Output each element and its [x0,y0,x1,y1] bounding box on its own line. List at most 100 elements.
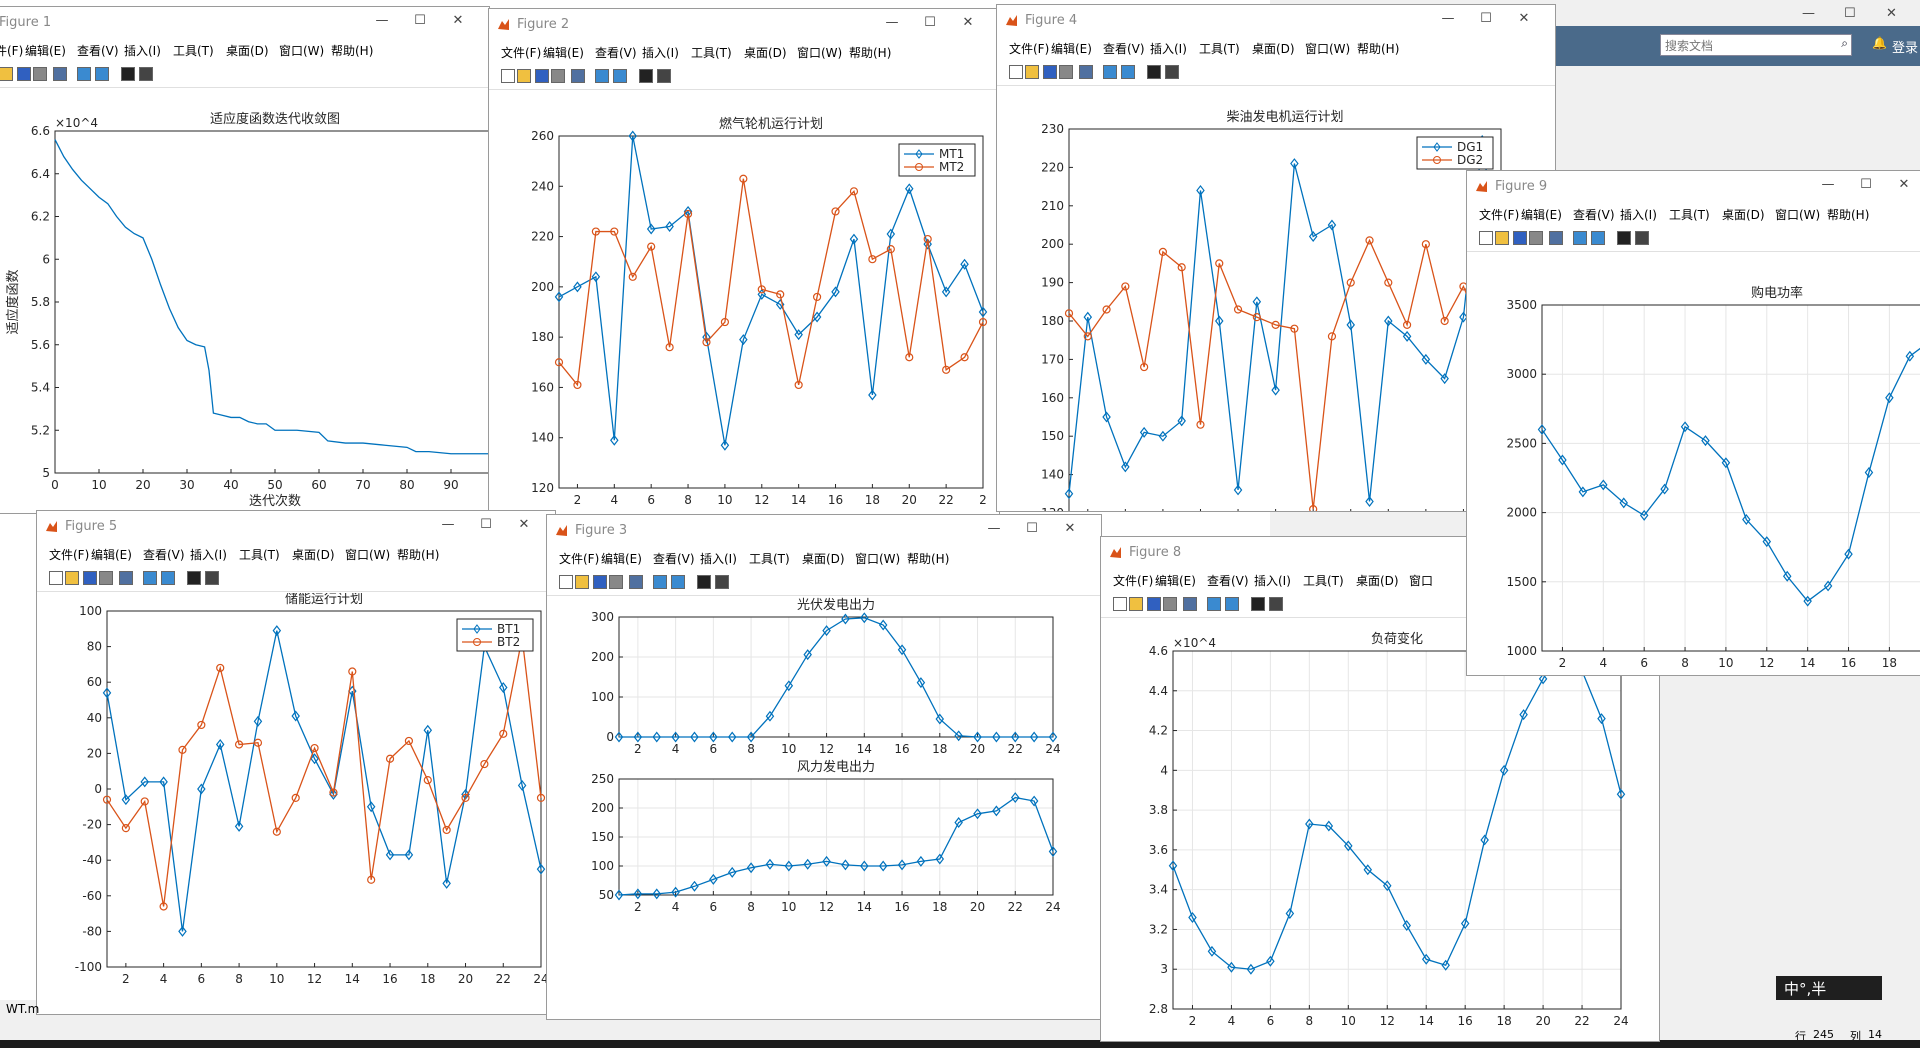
menu-item[interactable]: 插入(I) [642,44,679,61]
title-bar[interactable]: Figure 9 — ☐ ✕ [1467,171,1920,202]
maximize-icon[interactable]: ☐ [477,516,495,534]
plot-canvas[interactable]: 2 4 6 8 10 12 14 16 18 20 22 240100200300光伏发电出力2 4 6 8… [547,597,1102,1020]
menu-item[interactable]: 查看(V) [595,44,637,61]
legend-icon[interactable] [613,69,627,83]
close-icon[interactable]: ✕ [1061,520,1079,538]
menu-item[interactable]: 桌面(D) [802,550,845,567]
menu-item[interactable]: 工具(T) [239,546,280,563]
menu-item[interactable]: 窗口(W) [855,550,900,567]
minimize-icon[interactable]: — [439,516,457,534]
pointer-icon[interactable] [1617,231,1631,245]
title-bar[interactable]: Figure 3 — ☐ ✕ [547,515,1101,546]
open-icon[interactable] [517,69,531,83]
link-icon[interactable] [53,67,67,81]
save-icon[interactable] [1147,597,1161,611]
colorbar-icon[interactable] [653,575,667,589]
menu-item[interactable]: 窗口(W) [1305,40,1350,57]
maximize-icon[interactable]: ☐ [921,14,939,32]
menu-item[interactable]: 桌面(D) [1722,206,1765,223]
plot-canvas[interactable]: 2 4 6 8 10 12 14 16 18 20 22 24-100-80-60-40-200204… [37,593,556,1015]
property-editor-icon[interactable] [1635,231,1649,245]
menu-item[interactable]: 编辑(E) [1051,40,1092,57]
menu-item[interactable]: 桌面(D) [744,44,787,61]
maximize-icon[interactable]: ☐ [411,12,429,30]
title-bar[interactable]: Figure 1 — ☐ ✕ [0,7,489,38]
link-icon[interactable] [1079,65,1093,79]
pointer-icon[interactable] [697,575,711,589]
legend-icon[interactable] [1121,65,1135,79]
pointer-icon[interactable] [639,69,653,83]
menu-item[interactable]: 编辑(E) [543,44,584,61]
close-icon[interactable]: ✕ [959,14,977,32]
close-icon[interactable]: ✕ [1515,10,1533,28]
property-editor-icon[interactable] [205,571,219,585]
link-icon[interactable] [119,571,133,585]
menu-item[interactable]: 工具(T) [691,44,732,61]
print-icon[interactable] [33,67,47,81]
menu-item[interactable]: 查看(V) [1103,40,1145,57]
title-bar[interactable]: Figure 5 — ☐ ✕ [37,511,555,542]
pointer-icon[interactable] [1147,65,1161,79]
plot-canvas[interactable]: 2 4 6 8 10 12 14 16 18 20 22 242.833.23.43.63.844.2… [1101,619,1660,1042]
save-icon[interactable] [535,69,549,83]
maximize-icon[interactable]: ☐ [1477,10,1495,28]
plot-canvas[interactable]: 01020304050607080901055.25.45.65.866.26.… [0,89,490,514]
menu-item[interactable]: 工具(T) [1669,206,1710,223]
menu-item[interactable]: 帮助(H) [331,42,373,59]
legend[interactable]: MT1MT2 [898,143,976,177]
minimize-icon[interactable]: — [1819,176,1837,194]
menu-item[interactable]: 查看(V) [77,42,119,59]
wt-file-label[interactable]: WT.m [6,1002,39,1016]
property-editor-icon[interactable] [139,67,153,81]
menu-item[interactable]: 文件(F) [501,44,541,61]
menu-item[interactable]: 文件(F) [1009,40,1049,57]
colorbar-icon[interactable] [595,69,609,83]
menu-item[interactable]: 工具(T) [749,550,790,567]
print-icon[interactable] [1059,65,1073,79]
legend-icon[interactable] [671,575,685,589]
maximize-icon[interactable]: ☐ [1844,6,1856,21]
plot-canvas[interactable]: 2468101214161820100015002000250030003500… [1467,253,1920,676]
link-icon[interactable] [1549,231,1563,245]
menu-item[interactable]: 插入(I) [1620,206,1657,223]
menu-item[interactable]: 桌面(D) [292,546,335,563]
menu-item[interactable]: 窗口(W) [345,546,390,563]
minimize-icon[interactable]: — [1802,6,1815,21]
figure-2-window[interactable]: Figure 2 — ☐ ✕ 文件(F) 编辑(E) 查看(V) 插入(I) 工具(T) 桌面(D… [488,8,1000,518]
legend-icon[interactable] [1591,231,1605,245]
menu-item[interactable]: 窗口(W) [797,44,842,61]
menu-item[interactable]: 编辑(E) [91,546,132,563]
menu-item[interactable]: 窗口(W) [1775,206,1820,223]
pointer-icon[interactable] [187,571,201,585]
save-icon[interactable] [593,575,607,589]
colorbar-icon[interactable] [143,571,157,585]
ime-indicator[interactable]: 中°,半 [1776,976,1882,1000]
menu-item[interactable]: 窗口 [1409,572,1433,589]
minimize-icon[interactable]: — [373,12,391,30]
figure-5-window[interactable]: Figure 5 — ☐ ✕ 文件(F) 编辑(E) 查看(V) 插入(I) 工具(T) 桌面(D… [36,510,556,1015]
print-icon[interactable] [1529,231,1543,245]
menu-item[interactable]: 文件(F) [1113,572,1153,589]
save-icon[interactable] [1043,65,1057,79]
open-icon[interactable] [1495,231,1509,245]
colorbar-icon[interactable] [77,67,91,81]
minimize-icon[interactable]: — [883,14,901,32]
new-figure-icon[interactable] [1113,597,1127,611]
close-icon[interactable]: ✕ [515,516,533,534]
new-figure-icon[interactable] [501,69,515,83]
pointer-icon[interactable] [121,67,135,81]
print-icon[interactable] [609,575,623,589]
property-editor-icon[interactable] [715,575,729,589]
close-icon[interactable]: ✕ [1895,176,1913,194]
menu-item[interactable]: 编辑(E) [25,42,66,59]
maximize-icon[interactable]: ☐ [1023,520,1041,538]
menu-item[interactable]: 帮助(H) [907,550,949,567]
maximize-icon[interactable]: ☐ [1857,176,1875,194]
menu-item[interactable]: 工具(T) [1199,40,1240,57]
figure-9-window[interactable]: Figure 9 — ☐ ✕ 文件(F) 编辑(E) 查看(V) 插入(I) 工具(T) 桌面(D… [1466,170,1920,676]
menu-item[interactable]: 帮助(H) [849,44,891,61]
legend-icon[interactable] [95,67,109,81]
menu-item[interactable]: 文件(F) [49,546,89,563]
open-icon[interactable] [1129,597,1143,611]
title-bar[interactable]: Figure 2 — ☐ ✕ [489,9,999,40]
